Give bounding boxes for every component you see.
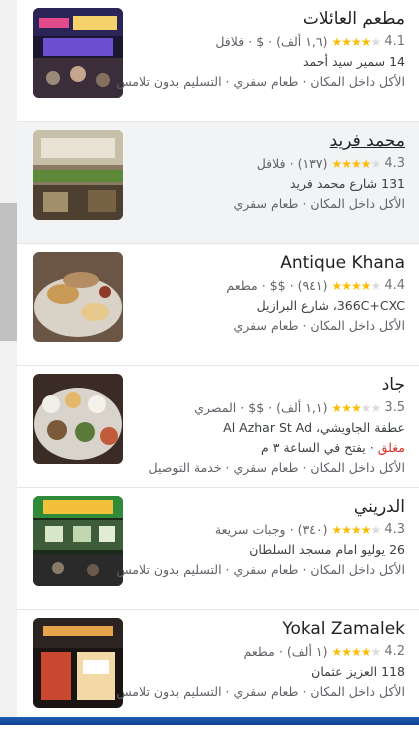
review-count: (١٣٧): [297, 156, 328, 171]
review-count: (٣٤٠): [297, 522, 328, 537]
address: 131 شارع محمد فريد: [289, 176, 405, 191]
place-name[interactable]: مطعم العائلات: [133, 8, 405, 32]
result-card[interactable]: مطعم العائلات 4.1 ★★★★★ (١,٦ ألف) · $ · …: [17, 0, 419, 122]
rating-row: 3.5 ★★★★★ (١,١ ألف) · $$ · المصري: [133, 398, 405, 418]
address: 366C+CXC، شارع البرازيل: [256, 298, 405, 313]
service-options: الأكل داخل المكان · طعام سفري · التسليم …: [116, 684, 405, 699]
service-options: الأكل داخل المكان · طعام سفري · التسليم …: [116, 74, 405, 89]
address: 14 سمير سيد أحمد: [303, 54, 405, 69]
category: وجبات سريعة: [214, 522, 286, 537]
service-options: الأكل داخل المكان · طعام سفري · التسليم …: [116, 562, 405, 577]
place-photo[interactable]: [33, 618, 123, 708]
review-count: (١,٦ ألف): [276, 34, 328, 49]
results-list: مطعم العائلات 4.1 ★★★★★ (١,٦ ألف) · $ · …: [17, 0, 419, 731]
rating-row: 4.3 ★★★★★ (١٣٧) · فلافل: [133, 154, 405, 174]
scrollbar[interactable]: [0, 0, 18, 725]
place-name[interactable]: محمد فريد: [133, 130, 405, 154]
star-rating-icon: ★★★★★: [331, 401, 382, 415]
rating-value: 4.3: [384, 522, 405, 537]
result-card[interactable]: Yokal Zamalek 4.2 ★★★★★ (١ ألف) · مطعم 1…: [17, 610, 419, 731]
place-photo[interactable]: [33, 8, 123, 98]
address: 118 العزيز عثمان: [311, 664, 405, 679]
review-count: (١ ألف): [286, 644, 328, 659]
os-taskbar: [0, 717, 419, 725]
rating-value: 4.2: [384, 644, 405, 659]
category: المصري: [194, 400, 237, 415]
star-rating-icon: ★★★★★: [331, 645, 382, 659]
rating-value: 3.5: [384, 400, 405, 415]
result-card[interactable]: Antique Khana 4.4 ★★★★★ (٩٤١) · $$ · مطع…: [17, 244, 419, 366]
rating-row: 4.3 ★★★★★ (٣٤٠) · وجبات سريعة: [133, 520, 405, 540]
result-card[interactable]: جاد 3.5 ★★★★★ (١,١ ألف) · $$ · المصري عط…: [17, 366, 419, 488]
review-count: (٩٤١): [297, 278, 328, 293]
place-name[interactable]: جاد: [133, 374, 405, 398]
place-photo[interactable]: [33, 496, 123, 586]
service-options: الأكل داخل المكان · طعام سفري: [233, 196, 406, 211]
place-name[interactable]: Antique Khana: [133, 252, 405, 276]
star-rating-icon: ★★★★★: [331, 35, 382, 49]
star-rating-icon: ★★★★★: [331, 157, 382, 171]
opens-at: · يفتح في الساعة ٣ م: [260, 440, 378, 455]
price-level: $$: [248, 400, 265, 415]
address: عطفة الجاويشي، Al Azhar St Ad: [223, 420, 405, 435]
place-name[interactable]: Yokal Zamalek: [133, 618, 405, 642]
review-count: (١,١ ألف): [276, 400, 328, 415]
category: فلافل: [215, 34, 245, 49]
service-options: الأكل داخل المكان · طعام سفري: [233, 318, 406, 333]
star-rating-icon: ★★★★★: [331, 279, 382, 293]
place-name[interactable]: الدريني: [133, 496, 405, 520]
place-photo[interactable]: [33, 130, 123, 220]
star-rating-icon: ★★★★★: [331, 523, 382, 537]
rating-value: 4.4: [384, 278, 405, 293]
price-level: $$: [269, 278, 286, 293]
category: فلافل: [256, 156, 286, 171]
result-card[interactable]: محمد فريد 4.3 ★★★★★ (١٣٧) · فلافل 131 شا…: [17, 122, 419, 244]
opening-hours: مغلق · يفتح في الساعة ٣ م: [133, 438, 405, 458]
rating-row: 4.1 ★★★★★ (١,٦ ألف) · $ · فلافل: [133, 32, 405, 52]
place-photo[interactable]: [33, 252, 123, 342]
scrollbar-thumb[interactable]: [0, 203, 17, 341]
closed-status: مغلق: [377, 440, 405, 455]
rating-value: 4.1: [384, 34, 405, 49]
price-level: $: [256, 34, 265, 49]
category: مطعم: [243, 644, 275, 659]
address: 26 يوليو امام مسجد السلطان: [249, 542, 405, 557]
rating-row: 4.4 ★★★★★ (٩٤١) · $$ · مطعم: [133, 276, 405, 296]
rating-row: 4.2 ★★★★★ (١ ألف) · مطعم: [133, 642, 405, 662]
rating-value: 4.3: [384, 156, 405, 171]
service-options: الأكل داخل المكان · طعام سفري · خدمة الت…: [148, 460, 405, 475]
category: مطعم: [226, 278, 258, 293]
result-card[interactable]: الدريني 4.3 ★★★★★ (٣٤٠) · وجبات سريعة 26…: [17, 488, 419, 610]
place-photo[interactable]: [33, 374, 123, 464]
